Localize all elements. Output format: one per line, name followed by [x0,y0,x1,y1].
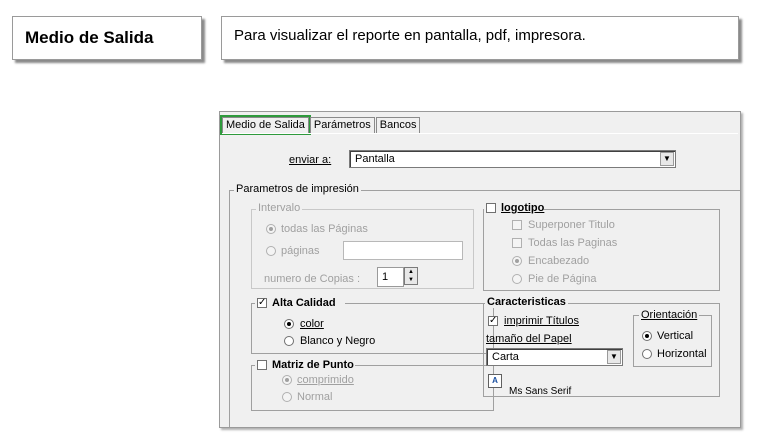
print-params-title: Parametros de impresión [234,183,361,195]
paginas-radio[interactable] [266,246,276,256]
tab-medio-de-salida[interactable]: Medio de Salida [220,115,311,135]
callout-title-box: Medio de Salida [12,16,202,60]
paginas-label: páginas [281,245,320,257]
copias-label: numero de Copias : [264,273,360,285]
pie-radio[interactable] [512,274,522,284]
blanco-negro-radio[interactable] [284,336,294,346]
paginas-input[interactable] [343,241,463,260]
normal-radio[interactable] [282,392,292,402]
color-radio[interactable] [284,319,294,329]
horizontal-radio[interactable] [642,349,652,359]
normal-label: Normal [297,391,333,403]
blanco-negro-label: Blanco y Negro [300,335,376,347]
todas-paginas-checkbox[interactable] [512,238,522,248]
imprimir-titulos-checkbox[interactable]: ✓ [488,316,498,326]
encabezado-radio[interactable] [512,256,522,266]
intervalo-title: Intervalo [256,202,303,214]
font-picker-icon[interactable]: A [488,374,502,388]
tamano-papel-select[interactable]: Carta ▼ [486,348,623,366]
callout-title: Medio de Salida [25,28,154,47]
todas-paginas-label: Todas las Paginas [528,237,618,249]
enviar-label: enviar a: [289,154,332,166]
superponer-label: Superponer Titulo [528,219,615,231]
logotipo-label: logotipo [501,202,545,214]
print-dialog: Medio de Salida Parámetros Bancos enviar… [219,111,741,428]
tab-parametros[interactable]: Parámetros [309,117,375,133]
vertical-label: Vertical [657,330,694,342]
todas-radio[interactable] [266,224,276,234]
color-label: color [300,318,324,330]
todas-label: todas las Páginas [281,223,368,235]
tab-divider [222,133,738,134]
copias-spinner-icon[interactable]: ▲ ▼ [404,267,418,285]
enviar-select[interactable]: Pantalla ▼ [349,150,676,168]
enviar-value: Pantalla [355,153,395,165]
tab-bancos[interactable]: Bancos [375,117,421,133]
copias-value: 1 [382,271,389,283]
callout-description-box: Para visualizar el reporte en pantalla, … [221,16,739,60]
tamano-papel-value: Carta [492,351,519,363]
callout-description: Para visualizar el reporte en pantalla, … [234,26,586,44]
alta-calidad-label: Alta Calidad [272,297,336,309]
horizontal-label: Horizontal [657,348,707,360]
copias-input[interactable]: 1 [377,267,404,287]
matriz-checkbox[interactable] [257,360,267,370]
chevron-down-icon[interactable]: ▼ [607,350,621,364]
caracteristicas-title: Caracteristicas [485,296,568,308]
matriz-label: Matriz de Punto [272,359,354,371]
imprimir-titulos-label: imprimir Títulos [504,315,579,327]
alta-calidad-checkbox[interactable]: ✓ [257,298,267,308]
superponer-checkbox[interactable] [512,220,522,230]
encabezado-label: Encabezado [528,255,590,267]
pie-label: Pie de Página [528,273,597,285]
vertical-radio[interactable] [642,331,652,341]
chevron-down-icon[interactable]: ▼ [660,152,674,166]
comprimido-label: comprimido [297,374,354,386]
font-name-label: Ms Sans Serif [509,386,572,397]
tamano-papel-label: tamaño del Papel [486,333,572,345]
comprimido-radio[interactable] [282,375,292,385]
orientacion-title: Orientación [639,309,700,321]
logotipo-checkbox[interactable] [486,203,496,213]
